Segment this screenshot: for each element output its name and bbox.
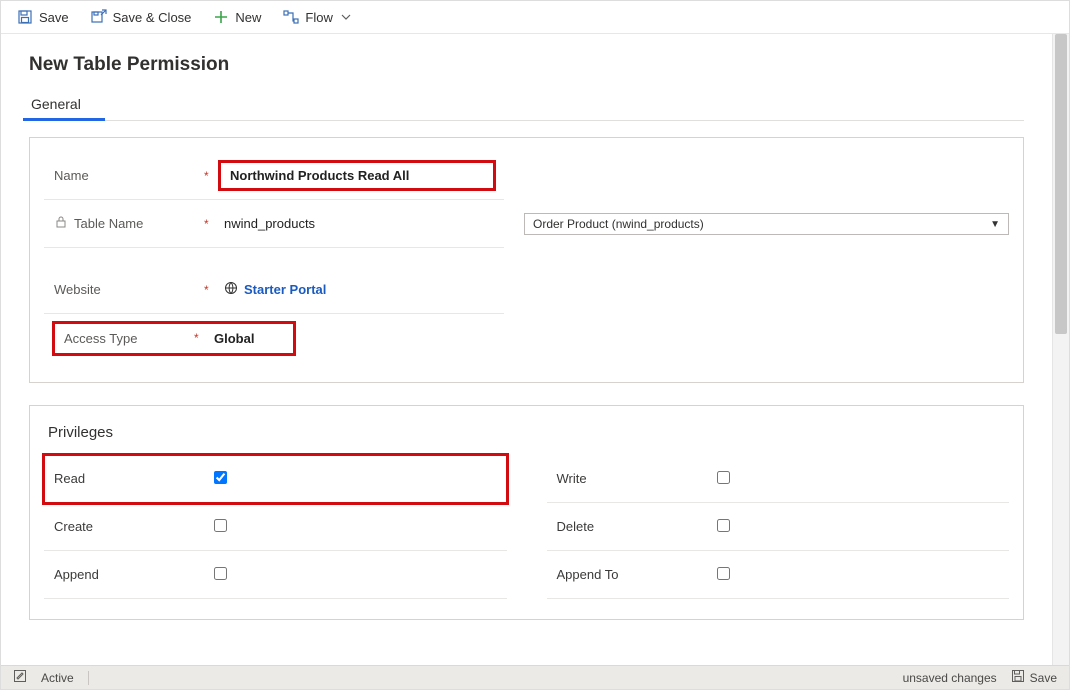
save-icon bbox=[17, 9, 33, 25]
privilege-append-checkbox[interactable] bbox=[214, 567, 227, 580]
page-title: New Table Permission bbox=[29, 54, 1024, 76]
form-scroll-area[interactable]: New Table Permission General Name * Nort… bbox=[1, 34, 1052, 665]
privilege-appendto-label: Append To bbox=[557, 567, 717, 582]
record-state: Active bbox=[41, 671, 74, 685]
edit-icon[interactable] bbox=[13, 669, 27, 686]
website-label: Website bbox=[54, 282, 204, 297]
access-type-group: Access Type * Global bbox=[54, 323, 294, 354]
privilege-create-checkbox[interactable] bbox=[214, 519, 227, 532]
privilege-append-row: Append bbox=[44, 551, 507, 599]
privilege-write-checkbox[interactable] bbox=[717, 471, 730, 484]
website-field[interactable]: Starter Portal bbox=[220, 279, 494, 300]
save-close-label: Save & Close bbox=[113, 10, 192, 25]
status-bar: Active unsaved changes Save bbox=[1, 665, 1069, 689]
required-mark: * bbox=[194, 331, 210, 345]
table-name-value: nwind_products bbox=[220, 214, 494, 233]
privilege-delete-checkbox[interactable] bbox=[717, 519, 730, 532]
privilege-read-label: Read bbox=[54, 471, 214, 486]
table-name-select-value: Order Product (nwind_products) bbox=[533, 217, 704, 231]
command-bar: Save Save & Close New Flow bbox=[1, 1, 1069, 34]
name-label: Name bbox=[54, 168, 204, 183]
lock-icon bbox=[54, 215, 68, 232]
general-panel: Name * Northwind Products Read All bbox=[29, 137, 1024, 383]
dropdown-caret-icon: ▼ bbox=[990, 219, 1000, 230]
new-button[interactable]: New bbox=[213, 9, 261, 25]
privilege-write-row: Write bbox=[547, 455, 1010, 503]
name-field[interactable]: Northwind Products Read All bbox=[220, 162, 494, 189]
save-close-icon bbox=[91, 9, 107, 25]
access-type-field[interactable]: Global bbox=[210, 329, 284, 348]
privilege-append-label: Append bbox=[54, 567, 214, 582]
chevron-down-icon bbox=[341, 10, 351, 25]
unsaved-changes-text: unsaved changes bbox=[903, 671, 997, 685]
privilege-appendto-checkbox[interactable] bbox=[717, 567, 730, 580]
tab-general[interactable]: General bbox=[29, 90, 83, 120]
new-label: New bbox=[235, 10, 261, 25]
privilege-read-row: Read bbox=[44, 455, 507, 503]
status-divider bbox=[88, 671, 89, 685]
privilege-read-checkbox[interactable] bbox=[214, 471, 227, 484]
flow-button[interactable]: Flow bbox=[283, 9, 350, 25]
privileges-panel: Privileges Read Write Create bbox=[29, 405, 1024, 620]
app-root: Save Save & Close New Flow bbox=[0, 0, 1070, 690]
flow-label: Flow bbox=[305, 10, 332, 25]
required-mark: * bbox=[204, 283, 220, 297]
scrollbar-thumb[interactable] bbox=[1055, 34, 1067, 334]
table-name-select[interactable]: Order Product (nwind_products) ▼ bbox=[524, 213, 1009, 235]
plus-icon bbox=[213, 9, 229, 25]
globe-icon bbox=[224, 281, 238, 298]
required-mark: * bbox=[204, 169, 220, 183]
access-type-label: Access Type bbox=[64, 331, 194, 346]
tab-bar: General bbox=[29, 90, 1024, 121]
save-close-button[interactable]: Save & Close bbox=[91, 9, 192, 25]
flow-icon bbox=[283, 9, 299, 25]
privilege-delete-label: Delete bbox=[557, 519, 717, 534]
privilege-delete-row: Delete bbox=[547, 503, 1010, 551]
status-save-button[interactable]: Save bbox=[1011, 669, 1057, 686]
privilege-create-row: Create bbox=[44, 503, 507, 551]
privilege-create-label: Create bbox=[54, 519, 214, 534]
save-icon bbox=[1011, 669, 1025, 686]
privilege-appendto-row: Append To bbox=[547, 551, 1010, 599]
save-label: Save bbox=[39, 10, 69, 25]
required-mark: * bbox=[204, 217, 220, 231]
privilege-write-label: Write bbox=[557, 471, 717, 486]
table-name-label: Table Name bbox=[54, 215, 204, 232]
save-button[interactable]: Save bbox=[17, 9, 69, 25]
vertical-scrollbar[interactable] bbox=[1052, 34, 1069, 665]
privileges-title: Privileges bbox=[48, 424, 1005, 441]
